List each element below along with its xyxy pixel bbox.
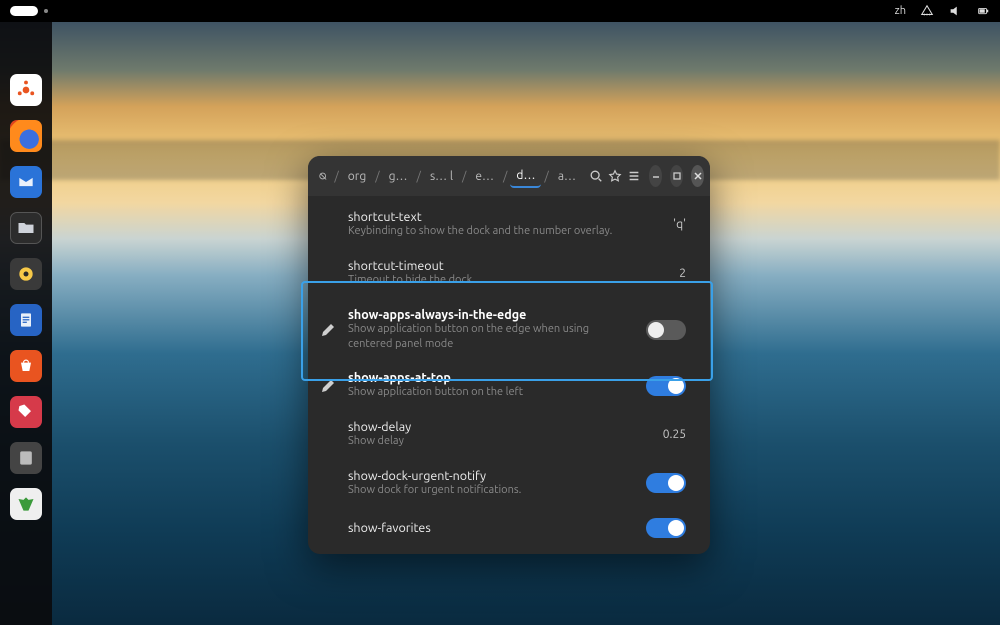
- input-method-indicator[interactable]: zh: [895, 5, 906, 17]
- minimize-icon: [651, 171, 661, 181]
- toggle-switch[interactable]: [646, 320, 686, 340]
- settings-row[interactable]: show-apps-at-topShow application button …: [308, 361, 710, 410]
- hamburger-icon: [627, 169, 641, 183]
- search-button[interactable]: [588, 163, 603, 189]
- search-icon: [589, 169, 603, 183]
- setting-key: shortcut-text: [348, 210, 661, 224]
- setting-value: 2: [679, 267, 686, 280]
- settings-row[interactable]: shortcut-textKeybinding to show the dock…: [308, 200, 710, 249]
- dock-app-files[interactable]: [10, 212, 42, 244]
- setting-description: Show delay: [348, 434, 651, 449]
- settings-row[interactable]: show-dock-urgent-notifyShow dock for urg…: [308, 459, 710, 508]
- breadcrumb-segment[interactable]: a…: [552, 166, 582, 187]
- app-icon: [318, 168, 327, 184]
- maximize-button[interactable]: [670, 165, 683, 187]
- setting-description: Show application button on the left: [348, 385, 634, 400]
- dock: [0, 22, 52, 625]
- settings-row[interactable]: show-apps-always-in-the-edgeShow applica…: [308, 298, 710, 362]
- breadcrumb-segment[interactable]: g…: [383, 166, 414, 187]
- dock-app-trash[interactable]: [10, 488, 42, 520]
- toggle-switch[interactable]: [646, 376, 686, 396]
- network-icon: [920, 4, 934, 18]
- setting-description: Timeout to hide the dock: [348, 273, 667, 288]
- settings-row[interactable]: show-favorites: [308, 508, 710, 548]
- setting-key: shortcut-timeout: [348, 259, 667, 273]
- titlebar: / org / g… / s… l / e… / d… / a…: [308, 156, 710, 196]
- dock-app-firefox[interactable]: [10, 120, 42, 152]
- setting-description: Show application button on the edge when…: [348, 322, 634, 352]
- volume-icon: [948, 4, 962, 18]
- setting-description: Show dock for urgent notifications.: [348, 483, 634, 498]
- system-tray[interactable]: zh: [895, 4, 990, 18]
- settings-row[interactable]: shortcut-timeoutTimeout to hide the dock…: [308, 249, 710, 298]
- settings-list[interactable]: shortcut-textKeybinding to show the dock…: [308, 196, 710, 554]
- star-icon: [608, 169, 622, 183]
- toggle-switch[interactable]: [646, 518, 686, 538]
- setting-key: show-apps-always-in-the-edge: [348, 308, 634, 322]
- setting-key: show-delay: [348, 420, 651, 434]
- setting-value: 'q': [673, 218, 686, 231]
- setting-key: show-apps-at-top: [348, 371, 634, 385]
- workspace-dot-icon: [44, 9, 48, 13]
- minimize-button[interactable]: [649, 165, 662, 187]
- dock-app-dconf-editor[interactable]: [10, 396, 42, 428]
- dconf-editor-window: / org / g… / s… l / e… / d… / a…: [308, 156, 710, 554]
- close-icon: [693, 171, 703, 181]
- bookmark-button[interactable]: [607, 163, 622, 189]
- top-bar: zh: [0, 0, 1000, 22]
- dock-app-ubuntu-software[interactable]: [10, 350, 42, 382]
- pencil-icon: [320, 322, 336, 338]
- breadcrumb-sep: /: [333, 166, 339, 187]
- dock-app-show-applications[interactable]: [10, 74, 42, 106]
- toggle-switch[interactable]: [646, 473, 686, 493]
- breadcrumb-segment[interactable]: e…: [469, 166, 500, 187]
- activities-indicator[interactable]: [10, 6, 38, 16]
- dock-app-libreoffice-writer[interactable]: [10, 304, 42, 336]
- breadcrumb-segment[interactable]: org: [342, 166, 372, 187]
- dock-app-thunderbird[interactable]: [10, 166, 42, 198]
- pencil-icon: [320, 378, 336, 394]
- setting-value: 0.25: [663, 428, 686, 441]
- setting-key: show-dock-urgent-notify: [348, 469, 634, 483]
- maximize-icon: [672, 171, 682, 181]
- setting-description: Keybinding to show the dock and the numb…: [348, 224, 661, 239]
- dock-app-rhythmbox[interactable]: [10, 258, 42, 290]
- settings-row[interactable]: show-delayShow delay 0.25: [308, 410, 710, 459]
- battery-icon: [976, 4, 990, 18]
- setting-key: show-favorites: [348, 521, 634, 535]
- close-button[interactable]: [691, 165, 704, 187]
- breadcrumb-segment[interactable]: s… l: [424, 166, 459, 187]
- breadcrumb-segment-active[interactable]: d…: [510, 165, 541, 188]
- desktop-wallpaper: / org / g… / s… l / e… / d… / a…: [0, 22, 1000, 625]
- dock-app-help[interactable]: [10, 442, 42, 474]
- menu-button[interactable]: [626, 163, 641, 189]
